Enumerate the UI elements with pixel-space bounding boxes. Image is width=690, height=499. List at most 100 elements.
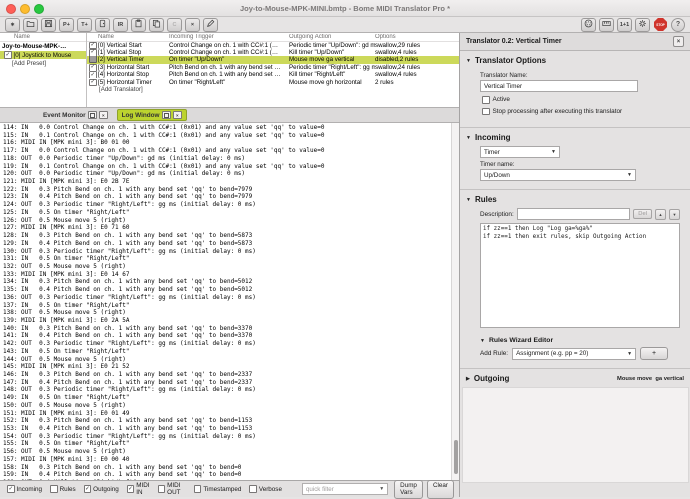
add-translator-item[interactable]: [Add Translator] (87, 86, 459, 94)
filter-rules[interactable]: Rules (48, 485, 76, 493)
active-checkbox[interactable] (482, 96, 490, 104)
save-project-button[interactable] (41, 18, 56, 32)
filter-checkbox[interactable] (127, 485, 135, 493)
bottom-tabbar: Event Monitor × Log Window × (0, 107, 459, 123)
clear-button[interactable]: Clear (427, 480, 454, 499)
add-preset-item[interactable]: [Add Preset] (0, 59, 86, 67)
tab-log-window[interactable]: Log Window × (117, 109, 187, 122)
filter-checkbox[interactable] (158, 485, 166, 493)
close-window-button[interactable] (6, 4, 16, 14)
add-rule-select[interactable]: Assignment (e.g. pp = 20) ▼ (512, 348, 636, 360)
timer-name-combo[interactable]: Up/Down ▼ (480, 169, 636, 181)
filter-checkbox[interactable] (84, 485, 92, 493)
quick-filter-input[interactable]: quick filter ▼ (302, 483, 388, 495)
undock-tab-icon[interactable] (162, 111, 171, 120)
delete-rule-button[interactable]: Del (633, 209, 652, 219)
zoom-window-button[interactable] (34, 4, 44, 14)
active-label: Active (493, 96, 510, 103)
translator-name-label: Translator Name: (480, 72, 680, 79)
filter-incoming[interactable]: Incoming (5, 485, 42, 493)
new-project-button[interactable]: ∗ (5, 18, 20, 32)
filter-checkbox[interactable] (50, 485, 58, 493)
translator-checkbox[interactable] (89, 42, 97, 49)
translator-name-input[interactable]: Vertical Timer (480, 80, 638, 92)
virtual-keyboard-button[interactable] (599, 18, 614, 32)
translator-checkbox[interactable] (89, 71, 97, 78)
translator-row[interactable]: [1] Vertical Stop Control Change on ch. … (87, 49, 459, 56)
filter-midi-in[interactable]: MIDI IN (125, 482, 150, 496)
rules-editor[interactable]: if zz==1 then Log "Log ga=%ga%" if zz==1… (480, 223, 680, 328)
close-tab-icon[interactable]: × (173, 111, 182, 120)
section-title: Incoming (475, 133, 511, 142)
rules-wizard-header[interactable]: ▼ Rules Wizard Editor (480, 337, 680, 344)
filter-verbose[interactable]: Verbose (247, 485, 282, 493)
log-scrollbar-thumb[interactable] (454, 440, 459, 474)
add-preset-button[interactable]: P+ (59, 18, 74, 32)
section-incoming[interactable]: ▼ Incoming (460, 128, 690, 144)
preset-checkbox[interactable] (4, 51, 12, 59)
chevron-down-icon: ▼ (627, 351, 632, 357)
preset-column-header: Name (0, 33, 86, 42)
copy-button[interactable]: C (167, 18, 182, 32)
translator-options: 2 rules (375, 79, 459, 86)
stop-button[interactable]: STOP (653, 18, 668, 32)
dump-vars-button[interactable]: Dump Vars (394, 480, 423, 499)
open-preset-window-button[interactable] (95, 18, 110, 32)
description-input[interactable] (517, 208, 631, 220)
section-outgoing[interactable]: ▶ Outgoing Mouse move ga vertical (460, 369, 690, 385)
add-rule-button[interactable]: + (640, 347, 668, 360)
filter-checkbox[interactable] (249, 485, 257, 493)
translator-row[interactable]: [4] Horizontal Stop Pitch Bend on ch. 1 … (87, 71, 459, 78)
midi-ports-button[interactable] (581, 18, 596, 32)
paste-button[interactable] (131, 18, 146, 32)
preset-item[interactable]: [0] Joystick to Mouse (0, 51, 86, 59)
active-checkbox-row[interactable]: Active (480, 96, 680, 104)
translator-incoming: On timer "Up/Down" (169, 56, 289, 63)
close-inspector-button[interactable]: × (673, 36, 684, 47)
filter-outgoing[interactable]: Outgoing (82, 485, 119, 493)
translator-row[interactable]: [3] Horizontal Start Pitch Bend on ch. 1… (87, 64, 459, 71)
edit-button[interactable] (203, 18, 218, 32)
translator-checkbox[interactable] (89, 79, 97, 86)
incoming-rules-button[interactable]: IR (113, 18, 128, 32)
open-project-button[interactable] (23, 18, 38, 32)
stop-processing-row[interactable]: Stop processing after executing this tra… (480, 108, 680, 116)
clipboard-icon (134, 19, 143, 30)
incoming-type-select[interactable]: Timer ▼ (480, 146, 560, 158)
translator-row[interactable]: [5] Horizontal Timer On timer "Right/Lef… (87, 78, 459, 85)
tab-event-monitor[interactable]: Event Monitor × (38, 109, 113, 122)
filter-timestamped[interactable]: Timestamped (192, 485, 241, 493)
close-tab-icon[interactable]: × (99, 111, 108, 120)
translator-checkbox[interactable] (89, 64, 97, 71)
project-node[interactable]: Joy-to-Mouse-MPK-… (0, 42, 86, 51)
stop-processing-checkbox[interactable] (482, 108, 490, 116)
undock-tab-icon[interactable] (88, 111, 97, 120)
log-scrollbar[interactable] (451, 123, 459, 480)
log-window[interactable]: 114: IN 0.0 Control Change on ch. 1 with… (0, 123, 459, 480)
translator-row[interactable]: [2] Vertical Timer On timer "Up/Down" Mo… (87, 56, 459, 63)
tab-label: Event Monitor (43, 112, 86, 119)
filter-checkbox[interactable] (7, 485, 15, 493)
add-rule-value: Assignment (e.g. pp = 20) (516, 350, 588, 357)
help-button[interactable]: ? (671, 18, 685, 32)
translator-checkbox[interactable] (89, 49, 97, 56)
translator-row[interactable]: [0] Vertical Start Control Change on ch.… (87, 42, 459, 49)
settings-button[interactable] (635, 18, 650, 32)
midi-router-button[interactable]: 1+1 (617, 18, 632, 32)
translator-incoming: Pitch Bend on ch. 1 with any bend set … (169, 64, 289, 71)
status-bar: Incoming Rules Outgoing MIDI IN (0, 480, 459, 497)
duplicate-button[interactable] (149, 18, 164, 32)
minimize-window-button[interactable] (20, 4, 30, 14)
move-rule-up-button[interactable]: ▲ (655, 209, 666, 220)
filter-midi-out[interactable]: MIDI OUT (156, 482, 186, 496)
inspector-title: Translator 0.2: Vertical Timer (466, 38, 562, 45)
translator-checkbox[interactable] (89, 56, 97, 62)
chevron-down-icon: ▼ (627, 172, 632, 178)
section-translator-options[interactable]: ▼ Translator Options (460, 51, 690, 67)
add-translator-button[interactable]: T+ (77, 18, 92, 32)
delete-button[interactable]: × (185, 18, 200, 32)
move-rule-down-button[interactable]: ▼ (669, 209, 680, 220)
filter-checkbox[interactable] (194, 485, 202, 493)
window-title: Joy-to-Mouse-MPK-MINI.bmtp - Bome MIDI T… (0, 4, 690, 13)
section-rules[interactable]: ▼ Rules (460, 190, 690, 206)
